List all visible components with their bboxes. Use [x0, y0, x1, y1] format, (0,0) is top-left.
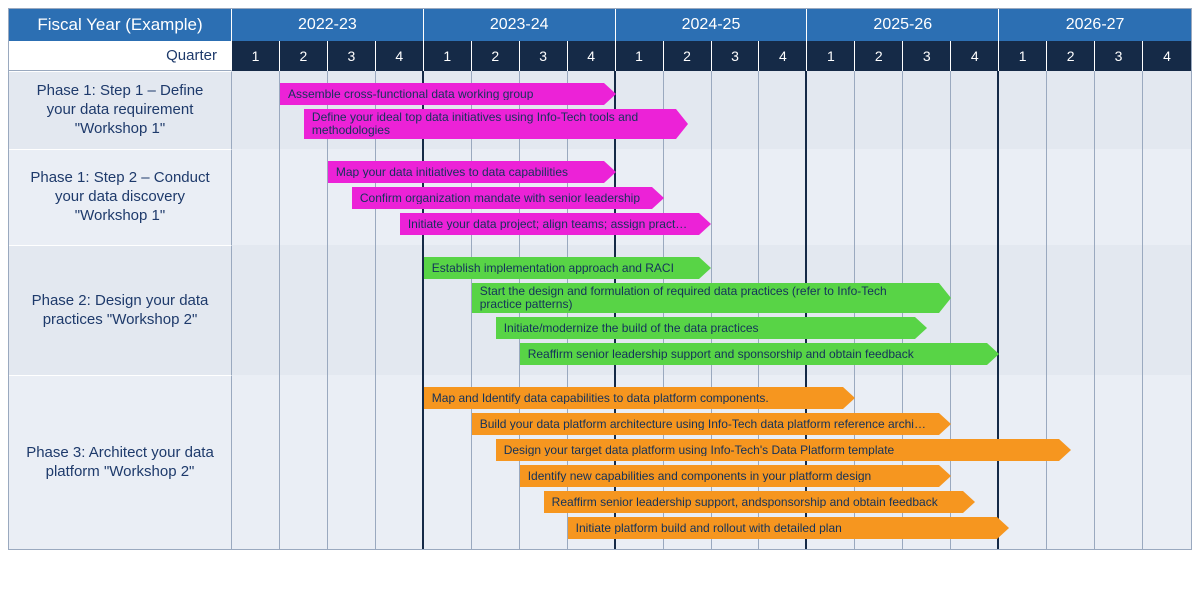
phase-row-phase1-step1: Phase 1: Step 1 – Define your data requi…	[9, 71, 1191, 149]
q-cell: 1	[232, 41, 280, 71]
task-label: Map your data initiatives to data capabi…	[336, 166, 568, 179]
q-cell: 3	[520, 41, 568, 71]
phase-row-phase1-step2: Phase 1: Step 2 – Conduct your data disc…	[9, 149, 1191, 245]
phase-label: Phase 2: Design your data practices "Wor…	[9, 245, 232, 375]
task-bar: Start the design and formulation of requ…	[472, 283, 940, 313]
phase-body: Map your data initiatives to data capabi…	[232, 149, 1191, 245]
task-row: Identify new capabilities and components…	[232, 465, 1191, 487]
task-label: Establish implementation approach and RA…	[432, 262, 674, 275]
phase-row-phase2: Phase 2: Design your data practices "Wor…	[9, 245, 1191, 375]
task-label: Define your ideal top data initiatives u…	[312, 111, 666, 136]
phase-body: Assemble cross-functional data working g…	[232, 71, 1191, 149]
phase-body: Establish implementation approach and RA…	[232, 245, 1191, 375]
task-list: Map your data initiatives to data capabi…	[232, 149, 1191, 245]
q-cell: 4	[1143, 41, 1191, 71]
phase-body: Map and Identify data capabilities to da…	[232, 375, 1191, 549]
q-cell: 3	[1095, 41, 1143, 71]
quarter-label: Quarter	[9, 41, 232, 71]
task-list: Map and Identify data capabilities to da…	[232, 375, 1191, 549]
task-bar: Design your target data platform using I…	[496, 439, 1059, 461]
task-bar: Establish implementation approach and RA…	[424, 257, 700, 279]
task-label: Initiate platform build and rollout with…	[576, 522, 842, 535]
task-bar: Initiate your data project; align teams;…	[400, 213, 700, 235]
year-2023-24: 2023-24	[424, 9, 616, 41]
q-cell: 1	[424, 41, 472, 71]
task-row: Initiate your data project; align teams;…	[232, 213, 1191, 235]
year-2022-23: 2022-23	[232, 9, 424, 41]
task-row: Reaffirm senior leadership support, ands…	[232, 491, 1191, 513]
task-bar: Identify new capabilities and components…	[520, 465, 940, 487]
task-bar: Build your data platform architecture us…	[472, 413, 940, 435]
q-cell: 3	[328, 41, 376, 71]
task-bar: Initiate platform build and rollout with…	[568, 517, 997, 539]
task-row: Reaffirm senior leadership support and s…	[232, 343, 1191, 365]
year-2024-25: 2024-25	[616, 9, 808, 41]
roadmap-chart: Fiscal Year (Example) 2022-23 2023-24 20…	[8, 8, 1192, 550]
q-cell: 1	[999, 41, 1047, 71]
q-cell: 1	[807, 41, 855, 71]
q-cell: 1	[616, 41, 664, 71]
task-bar: Reaffirm senior leadership support and s…	[520, 343, 988, 365]
task-row: Initiate/modernize the build of the data…	[232, 317, 1191, 339]
task-row: Start the design and formulation of requ…	[232, 283, 1191, 313]
task-label: Start the design and formulation of requ…	[480, 285, 930, 310]
task-row: Assemble cross-functional data working g…	[232, 83, 1191, 105]
task-row: Initiate platform build and rollout with…	[232, 517, 1191, 539]
q-cell: 2	[472, 41, 520, 71]
task-label: Initiate/modernize the build of the data…	[504, 322, 759, 335]
task-row: Design your target data platform using I…	[232, 439, 1191, 461]
task-label: Map and Identify data capabilities to da…	[432, 392, 769, 405]
q-cell: 4	[568, 41, 616, 71]
q-cell: 2	[664, 41, 712, 71]
q-cell: 2	[280, 41, 328, 71]
task-row: Build your data platform architecture us…	[232, 413, 1191, 435]
task-label: Build your data platform architecture us…	[480, 418, 930, 431]
task-row: Map your data initiatives to data capabi…	[232, 161, 1191, 183]
roadmap-body: Phase 1: Step 1 – Define your data requi…	[9, 71, 1191, 549]
q-cell: 4	[759, 41, 807, 71]
task-bar: Assemble cross-functional data working g…	[280, 83, 604, 105]
task-label: Identify new capabilities and components…	[528, 470, 872, 483]
q-cell: 3	[903, 41, 951, 71]
phase-label: Phase 1: Step 1 – Define your data requi…	[9, 71, 232, 149]
task-bar: Map and Identify data capabilities to da…	[424, 387, 844, 409]
task-bar: Initiate/modernize the build of the data…	[496, 317, 916, 339]
task-label: Design your target data platform using I…	[504, 444, 894, 457]
task-bar: Reaffirm senior leadership support, ands…	[544, 491, 964, 513]
phase-label: Phase 1: Step 2 – Conduct your data disc…	[9, 149, 232, 245]
fiscal-year-title: Fiscal Year (Example)	[9, 9, 232, 41]
task-label: Confirm organization mandate with senior…	[360, 192, 640, 205]
year-2025-26: 2025-26	[807, 9, 999, 41]
task-label: Assemble cross-functional data working g…	[288, 88, 533, 101]
q-cell: 2	[1047, 41, 1095, 71]
phase-label: Phase 3: Architect your data platform "W…	[9, 375, 232, 549]
task-label: Initiate your data project; align teams;…	[408, 218, 690, 231]
q-cell: 4	[951, 41, 999, 71]
q-cell: 3	[712, 41, 760, 71]
task-row: Establish implementation approach and RA…	[232, 257, 1191, 279]
year-2026-27: 2026-27	[999, 9, 1191, 41]
q-cell: 2	[855, 41, 903, 71]
task-list: Assemble cross-functional data working g…	[232, 71, 1191, 149]
task-row: Map and Identify data capabilities to da…	[232, 387, 1191, 409]
task-bar: Map your data initiatives to data capabi…	[328, 161, 604, 183]
task-row: Define your ideal top data initiatives u…	[232, 109, 1191, 139]
task-bar: Confirm organization mandate with senior…	[352, 187, 652, 209]
phase-row-phase3: Phase 3: Architect your data platform "W…	[9, 375, 1191, 549]
task-label: Reaffirm senior leadership support, ands…	[552, 496, 938, 509]
quarter-header: Quarter 1 2 3 4 1 2 3 4 1 2 3 4 1 2 3 4 …	[9, 41, 1191, 71]
task-row: Confirm organization mandate with senior…	[232, 187, 1191, 209]
task-list: Establish implementation approach and RA…	[232, 245, 1191, 375]
task-label: Reaffirm senior leadership support and s…	[528, 348, 914, 361]
fiscal-year-header: Fiscal Year (Example) 2022-23 2023-24 20…	[9, 9, 1191, 41]
q-cell: 4	[376, 41, 424, 71]
task-bar: Define your ideal top data initiatives u…	[304, 109, 676, 139]
